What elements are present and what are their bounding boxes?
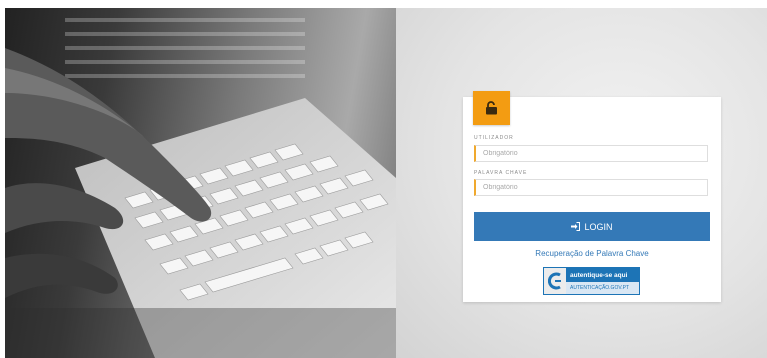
recover-password-link[interactable]: Recuperação de Palavra Chave xyxy=(463,249,721,258)
auth-badge-text: autentique-se aqui AUTENTICAÇÃO.GOV.PT xyxy=(566,268,639,294)
password-input[interactable] xyxy=(474,179,708,196)
sign-in-icon xyxy=(571,222,581,231)
login-button-label: LOGIN xyxy=(584,221,613,232)
keyboard-photo xyxy=(5,8,396,358)
username-input[interactable] xyxy=(474,145,708,162)
login-button[interactable]: LOGIN xyxy=(474,212,710,241)
password-label: PALAVRA CHAVE xyxy=(474,170,528,176)
keyboard-hands-illustration xyxy=(5,18,396,358)
autenticacao-gov-button[interactable]: autentique-se aqui AUTENTICAÇÃO.GOV.PT xyxy=(543,267,640,295)
username-label: UTILIZADOR xyxy=(474,135,514,141)
lock-badge xyxy=(473,91,510,125)
autenticacao-logo-icon xyxy=(544,268,566,294)
auth-badge-title: autentique-se aqui xyxy=(566,268,639,282)
unlock-icon xyxy=(486,101,497,115)
auth-badge-subtitle: AUTENTICAÇÃO.GOV.PT xyxy=(566,282,639,294)
login-card: UTILIZADOR PALAVRA CHAVE LOGIN Recuperaç… xyxy=(463,91,721,302)
c-logo-icon xyxy=(548,272,561,290)
